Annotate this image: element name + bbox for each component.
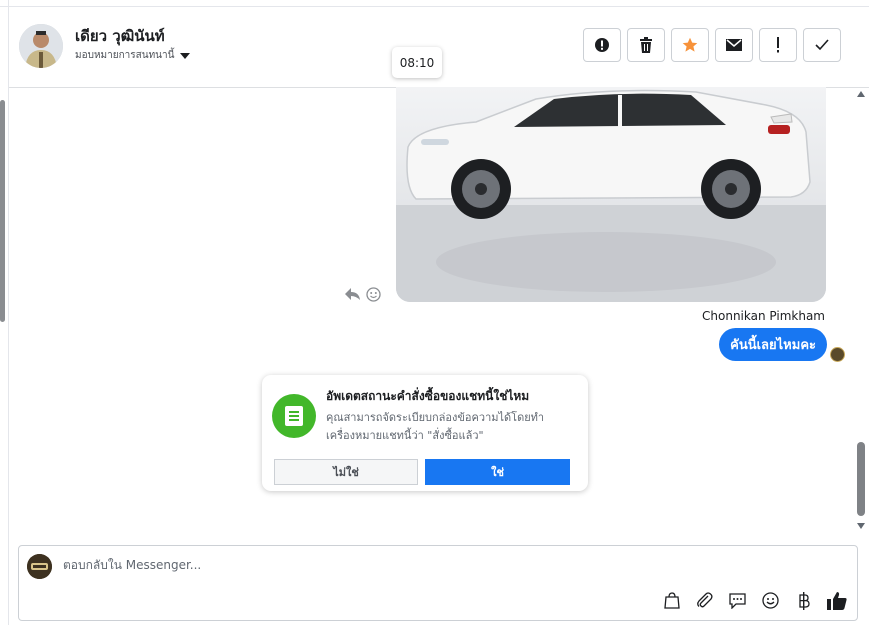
shopping-bag-icon bbox=[663, 592, 680, 609]
top-divider bbox=[0, 0, 869, 7]
mark-unread-button[interactable] bbox=[715, 28, 753, 62]
baht-icon bbox=[798, 591, 810, 610]
exclamation-icon bbox=[777, 37, 779, 53]
contact-name[interactable]: เดียว วุฒินันท์ bbox=[75, 24, 165, 48]
reply-composer bbox=[18, 545, 858, 621]
confirm-order-button[interactable]: ใช่ bbox=[425, 459, 570, 485]
attach-button[interactable] bbox=[694, 590, 715, 611]
emoji-button[interactable] bbox=[760, 590, 781, 611]
follow-up-button[interactable] bbox=[759, 28, 797, 62]
like-button[interactable] bbox=[826, 590, 847, 611]
mark-spam-button[interactable] bbox=[583, 28, 621, 62]
left-scrollbar[interactable] bbox=[0, 100, 5, 322]
star-icon bbox=[682, 37, 698, 52]
shop-bag-button[interactable] bbox=[661, 590, 682, 611]
contact-avatar[interactable] bbox=[19, 24, 63, 68]
caret-down-icon bbox=[180, 52, 191, 59]
sender-name: Chonnikan Pimkham bbox=[702, 309, 825, 323]
scroll-up-arrow[interactable] bbox=[857, 91, 865, 97]
mark-done-button[interactable] bbox=[803, 28, 841, 62]
order-prompt-title: อัพเดตสถานะคำสั่งซื้อของแชทนี้ใช่ไหม bbox=[326, 389, 530, 403]
emoji-icon bbox=[762, 592, 779, 609]
order-receipt-icon bbox=[272, 394, 316, 438]
payment-button[interactable] bbox=[793, 590, 814, 611]
check-icon bbox=[815, 39, 829, 51]
emoji-reaction-icon[interactable] bbox=[366, 287, 381, 302]
trash-icon bbox=[640, 37, 652, 53]
attached-car-photo[interactable] bbox=[396, 87, 826, 302]
scroll-down-arrow[interactable] bbox=[857, 523, 865, 529]
reply-icon[interactable] bbox=[345, 287, 360, 301]
thumbs-up-icon bbox=[826, 592, 847, 610]
paperclip-icon bbox=[697, 592, 713, 608]
composer-tools bbox=[661, 590, 847, 611]
saved-replies-button[interactable] bbox=[727, 590, 748, 611]
star-button[interactable] bbox=[671, 28, 709, 62]
seen-avatar bbox=[830, 347, 845, 362]
page-avatar bbox=[27, 554, 52, 579]
decline-button[interactable]: ไม่ใช่ bbox=[274, 459, 418, 485]
header-actions bbox=[583, 28, 841, 62]
left-divider bbox=[8, 0, 9, 625]
order-status-prompt: อัพเดตสถานะคำสั่งซื้อของแชทนี้ใช่ไหม คุณ… bbox=[262, 375, 588, 491]
outgoing-message-bubble[interactable]: คันนี้เลยไหมคะ bbox=[719, 328, 827, 361]
reply-input[interactable] bbox=[63, 558, 563, 572]
order-prompt-body: คุณสามารถจัดระเบียบกล่องข้อความได้โดยทำเ… bbox=[326, 411, 545, 442]
timestamp-tooltip: 08:10 bbox=[392, 47, 442, 78]
message-actions bbox=[345, 287, 381, 302]
assign-label: มอบหมายการสนทนานี้ bbox=[75, 50, 175, 61]
envelope-icon bbox=[726, 39, 742, 51]
chat-bubble-icon bbox=[729, 592, 746, 609]
scrollbar-thumb[interactable] bbox=[857, 442, 865, 516]
assign-conversation-dropdown[interactable]: มอบหมายการสนทนานี้ bbox=[75, 48, 191, 63]
delete-button[interactable] bbox=[627, 28, 665, 62]
spam-icon bbox=[595, 38, 609, 52]
